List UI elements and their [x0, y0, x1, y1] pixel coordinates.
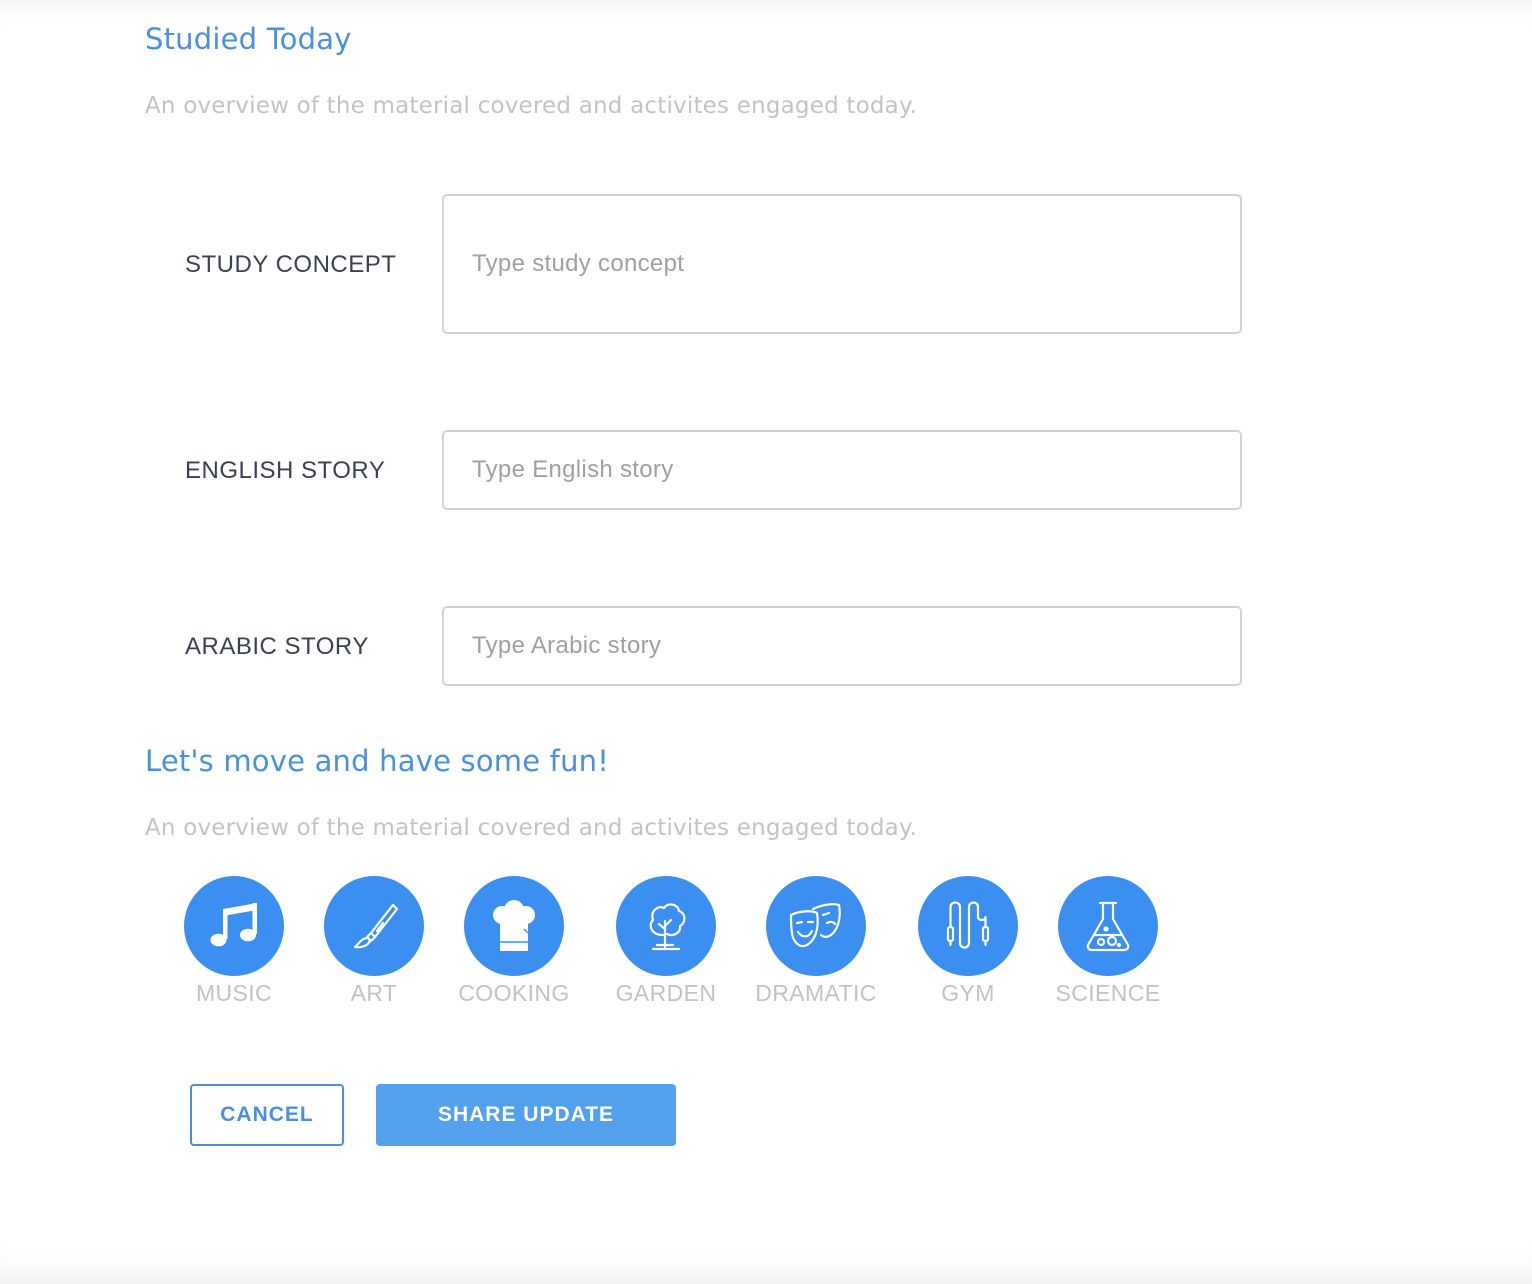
- arabic-story-input[interactable]: [442, 606, 1242, 686]
- activity-label-garden: GARDEN: [615, 980, 717, 1006]
- study-concept-input[interactable]: [442, 194, 1242, 334]
- activity-label-science: SCIENCE: [1055, 980, 1161, 1006]
- studied-today-title: Studied Today: [145, 22, 352, 56]
- fun-subtitle: An overview of the material covered and …: [145, 815, 918, 841]
- activity-label-music: MUSIC: [195, 980, 273, 1006]
- flask-icon: [1086, 901, 1130, 952]
- tree-icon: [649, 903, 686, 951]
- activity-music[interactable]: MUSIC: [164, 876, 304, 1007]
- studied-today-subtitle: An overview of the material covered and …: [145, 93, 918, 119]
- english-story-input[interactable]: [442, 430, 1242, 510]
- cancel-button[interactable]: CANCEL: [190, 1084, 344, 1146]
- fun-title: Let's move and have some fun!: [145, 744, 610, 778]
- theater-masks-icon: [789, 903, 841, 948]
- music-circle[interactable]: [184, 876, 284, 976]
- activity-gym[interactable]: GYM: [898, 876, 1038, 1007]
- studied-today-card: Studied Today An overview of the materia…: [0, 0, 1532, 1284]
- activity-list: MUSIC ART COOKING GARDEN DRAMATIC GYM SC…: [0, 876, 1532, 1016]
- share-update-button[interactable]: SHARE UPDATE: [376, 1084, 676, 1146]
- jump-rope-icon: [946, 901, 990, 949]
- music-note-icon: [210, 903, 257, 947]
- activity-label-cooking: COOKING: [458, 980, 570, 1006]
- activity-science[interactable]: SCIENCE: [1038, 876, 1178, 1007]
- garden-circle[interactable]: [616, 876, 716, 976]
- arabic-story-label: ARABIC STORY: [185, 633, 369, 660]
- activity-label-gym: GYM: [941, 980, 995, 1006]
- paintbrush-icon: [353, 903, 399, 949]
- art-circle[interactable]: [324, 876, 424, 976]
- dramatic-circle[interactable]: [766, 876, 866, 976]
- activity-label-art: ART: [350, 980, 398, 1006]
- activity-dramatic[interactable]: DRAMATIC: [736, 876, 896, 1007]
- cooking-circle[interactable]: [464, 876, 564, 976]
- activity-cooking[interactable]: COOKING: [444, 876, 584, 1007]
- gym-circle[interactable]: [918, 876, 1018, 976]
- chef-hat-icon: [493, 900, 535, 951]
- activity-label-dramatic: DRAMATIC: [755, 980, 877, 1006]
- activity-garden[interactable]: GARDEN: [596, 876, 736, 1007]
- activity-art[interactable]: ART: [304, 876, 444, 1007]
- study-concept-label: STUDY CONCEPT: [185, 251, 397, 278]
- science-circle[interactable]: [1058, 876, 1158, 976]
- english-story-label: ENGLISH STORY: [185, 457, 386, 484]
